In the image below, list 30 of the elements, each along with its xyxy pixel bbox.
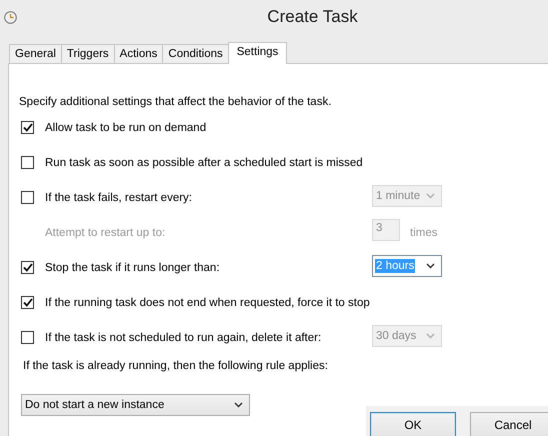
description-text: Specify additional settings that affect the behavior of the task. <box>18 95 332 110</box>
option-label: Allow task to be run on demand <box>45 122 208 134</box>
tab[interactable]: Triggers <box>60 44 115 63</box>
chevron-down-icon <box>426 262 435 268</box>
tab[interactable]: Actions <box>114 44 164 63</box>
tab[interactable]: Settings <box>228 42 288 64</box>
rule-label: If the task is already running, then the following rule applies: <box>22 359 329 374</box>
clock-icon <box>4 10 17 24</box>
option-label: Attempt to restart up to: <box>45 226 166 238</box>
unit-label: times <box>410 226 438 238</box>
tab[interactable]: Conditions <box>162 44 229 63</box>
window-title: Create Task <box>266 7 359 27</box>
option-label: If the running task does not end when requested, force it to stop <box>45 296 371 308</box>
checkbox[interactable] <box>21 191 34 204</box>
option-label: Stop the task if it runs longer than: <box>45 262 221 274</box>
chevron-down-icon <box>234 402 243 408</box>
dialog-button[interactable]: OK <box>370 412 456 436</box>
checkbox[interactable] <box>21 331 34 344</box>
option-label: If the task is not scheduled to run again, delete it after: <box>45 332 322 344</box>
checkbox[interactable] <box>21 261 34 274</box>
chevron-down-icon <box>426 192 435 198</box>
checkbox[interactable] <box>21 156 34 169</box>
dropdown[interactable]: Do not start a new instance <box>21 394 250 416</box>
checkbox[interactable] <box>21 121 34 134</box>
chevron-down-icon <box>426 332 435 338</box>
checkbox[interactable] <box>21 296 34 309</box>
dialog-button[interactable]: Cancel <box>470 412 548 436</box>
tab[interactable]: General <box>9 44 62 63</box>
option-label: If the task fails, restart every: <box>45 192 193 204</box>
option-label: Run task as soon as possible after a scheduled start is missed <box>45 156 364 168</box>
